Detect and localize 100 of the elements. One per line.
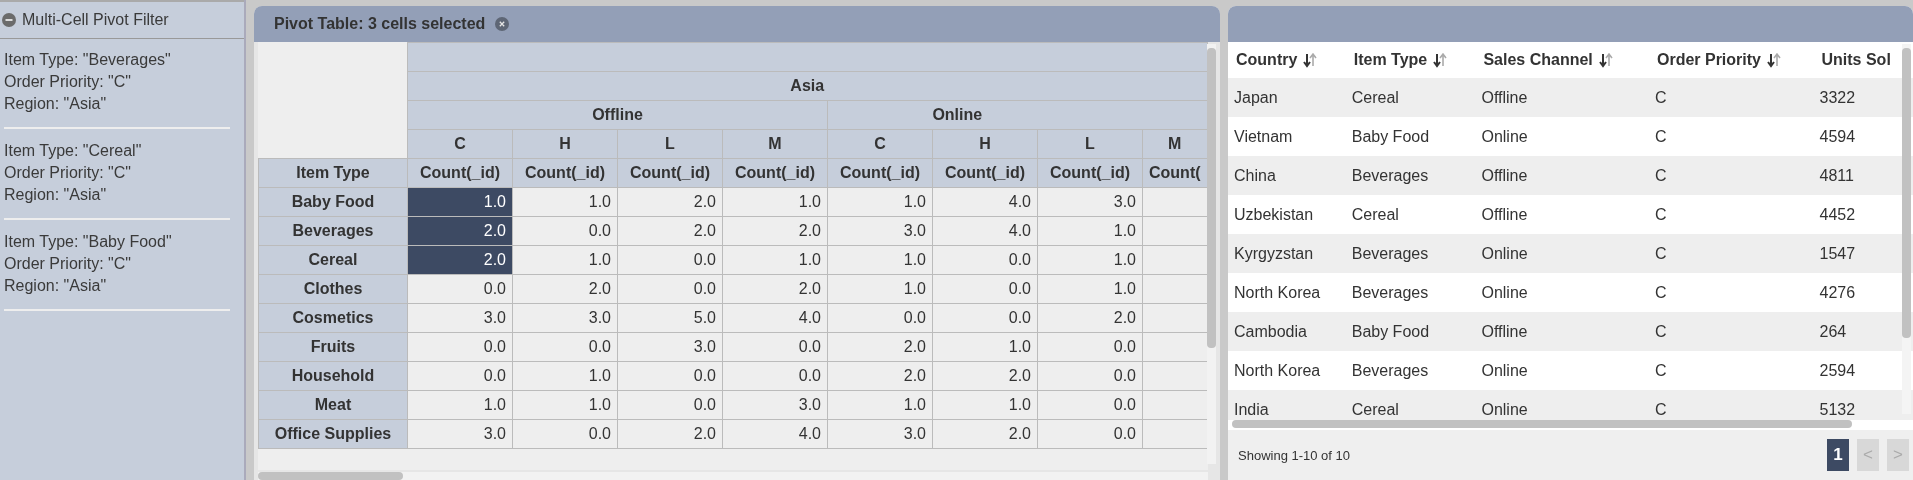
table-cell: North Korea (1228, 351, 1346, 390)
table-cell[interactable]: 0.0 (512, 332, 618, 362)
table-cell[interactable]: 0.0 (1037, 361, 1143, 391)
table-cell[interactable]: 1.0 (932, 332, 1038, 362)
scrollbar-thumb[interactable] (258, 472, 403, 480)
table-cell[interactable]: 0.0 (1037, 390, 1143, 420)
table-cell: Online (1475, 351, 1649, 390)
table-cell: Online (1475, 390, 1649, 420)
table-cell[interactable]: 0.0 (722, 332, 828, 362)
table-cell[interactable]: 1.0 (407, 390, 513, 420)
table-cell[interactable]: 1.0 (932, 390, 1038, 420)
table-cell[interactable]: 2.0 (827, 332, 933, 362)
table-cell[interactable]: 3.0 (827, 216, 933, 246)
close-icon[interactable] (495, 17, 510, 31)
table-cell[interactable]: 1.0 (1037, 245, 1143, 275)
page-button[interactable]: 1 (1827, 439, 1849, 471)
table-cell[interactable]: 1.0 (722, 245, 828, 275)
column-header[interactable]: Order Priority (1656, 51, 1761, 69)
table-cell[interactable]: 1.0 (407, 187, 513, 217)
table-cell[interactable]: 3.0 (407, 419, 513, 449)
table-cell[interactable]: 2.0 (827, 361, 933, 391)
table-cell[interactable]: 1.0 (827, 390, 933, 420)
table-cell[interactable]: 4.0 (722, 303, 828, 333)
table-cell: Offline (1475, 195, 1649, 234)
table-cell[interactable]: 2.0 (512, 274, 618, 304)
table-cell[interactable]: 2.0 (407, 245, 513, 275)
table-cell[interactable]: 0.0 (512, 216, 618, 246)
table-cell[interactable]: 0.0 (827, 303, 933, 333)
table-cell[interactable]: 0.0 (407, 332, 513, 362)
table-cell: India (1228, 390, 1346, 420)
table-cell[interactable]: 0.0 (1037, 419, 1143, 449)
table-cell[interactable]: 0.0 (617, 245, 723, 275)
table-cell[interactable]: 0.0 (1037, 332, 1143, 362)
table-cell[interactable]: 0.0 (617, 274, 723, 304)
table-cell[interactable]: 1.0 (722, 187, 828, 217)
table-cell[interactable]: 3.0 (407, 303, 513, 333)
table-cell[interactable]: 1.0 (512, 361, 618, 391)
table-cell[interactable]: 1.0 (512, 245, 618, 275)
table-cell[interactable]: 0.0 (932, 303, 1038, 333)
row-header: Fruits (258, 332, 408, 362)
column-header: Count( (1142, 158, 1208, 188)
sort-icon[interactable] (1598, 52, 1613, 68)
column-header: Count(_id) (1037, 158, 1143, 188)
column-header: Count(_id) (932, 158, 1038, 188)
table-cell[interactable]: 1.0 (512, 187, 618, 217)
column-header[interactable]: Country (1236, 51, 1298, 69)
column-header: M (722, 129, 828, 159)
table-cell[interactable]: 0.0 (617, 361, 723, 391)
table-cell[interactable]: 2.0 (722, 216, 828, 246)
table-cell[interactable]: 1.0 (827, 187, 933, 217)
table-cell[interactable]: 3.0 (1037, 187, 1143, 217)
table-cell[interactable]: 1.0 (1037, 274, 1143, 304)
table-cell[interactable]: 3.0 (512, 303, 618, 333)
table-cell[interactable]: 2.0 (932, 361, 1038, 391)
table-cell[interactable]: 4.0 (932, 216, 1038, 246)
table-cell[interactable]: 1.0 (512, 390, 618, 420)
table-cell[interactable]: 1.0 (827, 274, 933, 304)
column-header[interactable]: Units Sol (1821, 51, 1891, 69)
scrollbar-thumb[interactable] (1207, 48, 1216, 348)
table-cell[interactable]: 2.0 (407, 216, 513, 246)
filter-condition: Region: "Asia" (4, 94, 108, 114)
table-cell[interactable]: 1.0 (1037, 216, 1143, 246)
table-cell[interactable]: 0.0 (722, 361, 828, 391)
table-cell[interactable]: 2.0 (617, 216, 723, 246)
row-header: Office Supplies (258, 419, 408, 449)
table-cell[interactable]: 3.0 (722, 390, 828, 420)
table-cell[interactable]: 0.0 (932, 274, 1038, 304)
table-cell: Cereal (1345, 195, 1476, 234)
column-header[interactable]: Sales Channel (1483, 51, 1593, 69)
table-cell[interactable]: 4.0 (932, 187, 1038, 217)
collapse-icon[interactable] (2, 13, 16, 27)
sort-icon[interactable] (1433, 52, 1448, 68)
scrollbar-thumb[interactable] (1232, 420, 1852, 428)
table-cell: Online (1475, 234, 1649, 273)
table-cell[interactable]: 1.0 (827, 245, 933, 275)
table-cell[interactable]: 2.0 (722, 274, 828, 304)
table-cell[interactable]: 0.0 (512, 419, 618, 449)
table-cell[interactable]: 3.0 (827, 419, 933, 449)
table-cell: Baby Food (1345, 117, 1476, 156)
table-cell[interactable]: 0.0 (407, 361, 513, 391)
table-cell[interactable]: 0.0 (932, 245, 1038, 275)
table-cell[interactable]: 2.0 (1037, 303, 1143, 333)
table-cell[interactable]: 2.0 (617, 187, 723, 217)
table-cell[interactable]: 0.0 (407, 274, 513, 304)
scrollbar-thumb[interactable] (1902, 48, 1911, 338)
table-cell: 2594 (1813, 351, 1913, 390)
table-cell[interactable]: 0.0 (617, 390, 723, 420)
table-cell[interactable]: 3.0 (617, 332, 723, 362)
panel-title: Pivot Table: 3 cells selected (274, 15, 486, 33)
table-cell[interactable]: 2.0 (617, 419, 723, 449)
table-cell[interactable]: 4.0 (722, 419, 828, 449)
sort-icon[interactable] (1767, 52, 1781, 68)
table-cell: 3322 (1813, 78, 1913, 117)
column-header[interactable]: Item Type (1353, 51, 1428, 69)
column-header: Count(_id) (512, 158, 618, 188)
table-cell: 4276 (1813, 273, 1913, 312)
table-cell[interactable]: 2.0 (932, 419, 1038, 449)
sort-icon[interactable] (1303, 52, 1318, 68)
table-cell[interactable]: 5.0 (617, 303, 723, 333)
table-cell: 5132 (1813, 390, 1913, 420)
